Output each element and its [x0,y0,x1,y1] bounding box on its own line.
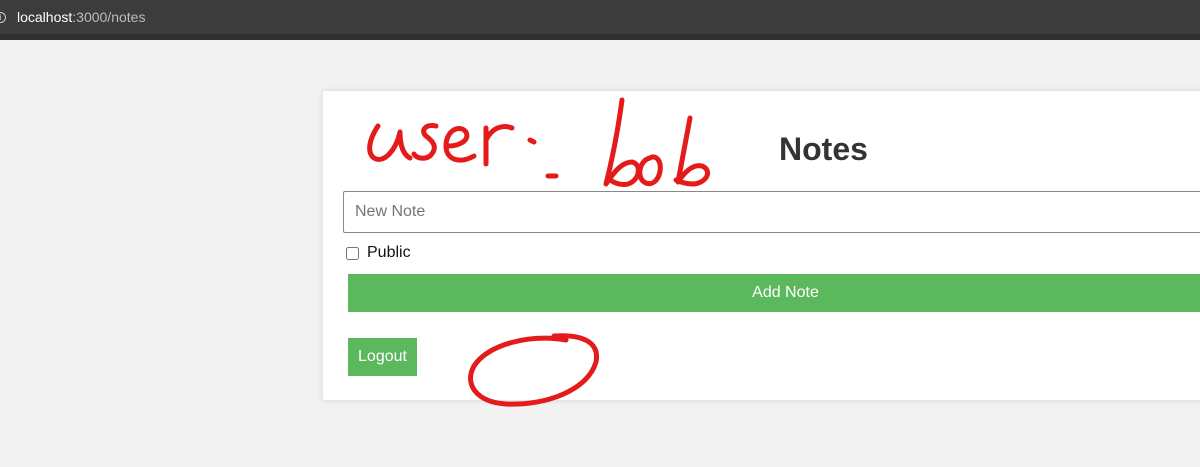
logout-button[interactable]: Logout [348,338,417,376]
browser-toolbar: i localhost:3000/notes [0,0,1200,40]
add-note-button[interactable]: Add Note [348,274,1200,312]
page-title: Notes [779,131,868,167]
url-path: :3000/notes [72,9,146,25]
public-option[interactable]: Public [346,244,411,262]
url-host: localhost [17,9,73,25]
notes-card: Notes Public Add Note Logout [323,91,1200,400]
info-icon[interactable]: i [0,11,6,23]
public-label: Public [367,244,411,261]
new-note-input[interactable] [343,191,1200,233]
address-bar[interactable]: i localhost:3000/notes [0,0,145,34]
public-checkbox[interactable] [346,246,359,260]
